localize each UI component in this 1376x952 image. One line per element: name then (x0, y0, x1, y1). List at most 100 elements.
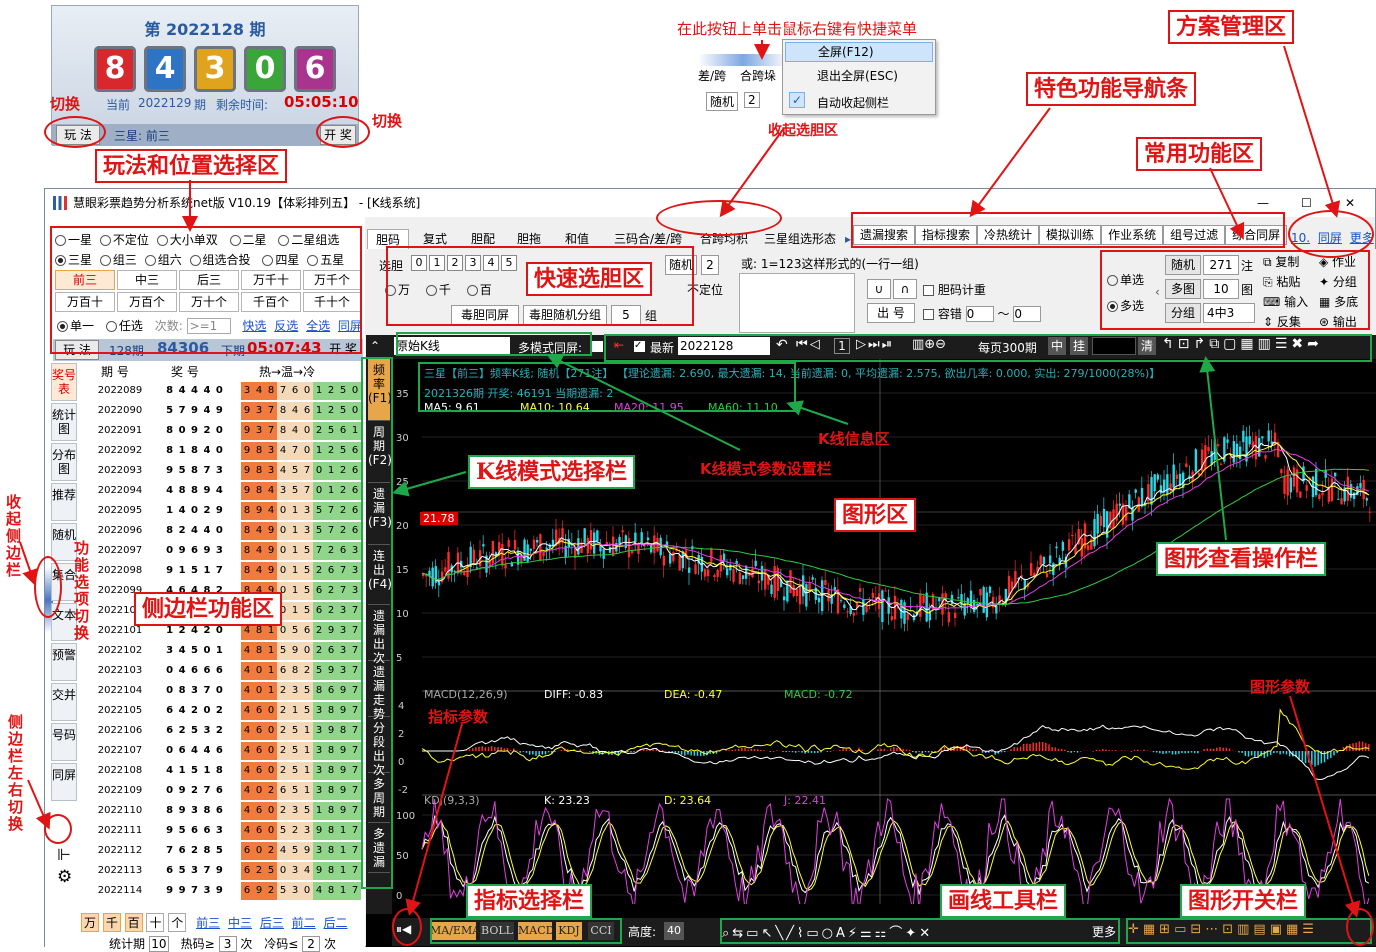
heat-cell: 4 (313, 882, 325, 900)
footer-link-front2[interactable]: 前二 (292, 916, 316, 930)
heat-cell: 6 (277, 662, 289, 680)
row-number: 1 4 0 2 9 (166, 505, 224, 516)
candle-body (1292, 467, 1296, 487)
candle-body (1315, 468, 1318, 496)
candle-body (966, 598, 970, 604)
tolerance-max[interactable]: 0 (1013, 306, 1042, 322)
side-tab[interactable]: 同屏 (51, 763, 77, 801)
heat-cell: 4 (241, 802, 253, 820)
heat-cell: 7 (349, 662, 361, 680)
candle-body (1283, 476, 1286, 494)
heat-cell: 3 (301, 522, 313, 540)
heat-cell: 5 (265, 862, 277, 880)
output-button[interactable]: 出 号 (867, 303, 915, 323)
heat-cell: 9 (337, 742, 349, 760)
candle-body (840, 600, 843, 602)
menu-exit-full[interactable]: 退出全屏(ESC) (817, 67, 898, 84)
hot-input[interactable]: 3 (218, 936, 237, 952)
dan-count-weight[interactable]: 胆码计重 (923, 281, 986, 298)
footer-sel-shi[interactable]: 十 (146, 913, 165, 932)
heat-cell: 9 (313, 822, 325, 840)
candle-body (1087, 545, 1090, 551)
heat-cell: 6 (253, 742, 265, 760)
footer-link-back2[interactable]: 后二 (324, 916, 348, 930)
menu-full-screen[interactable]: 全屏(F12) (785, 42, 933, 62)
footer-sel-ge[interactable]: 个 (168, 913, 187, 932)
row-issue: 2022090 (97, 405, 143, 416)
popup-random[interactable]: 随机 (706, 92, 739, 111)
heat-cell: 4 (265, 502, 277, 520)
heat-cell: 2 (325, 442, 337, 460)
cold-input[interactable]: 2 (302, 936, 321, 952)
candle-body (542, 552, 545, 557)
heat-cell: 2 (325, 602, 337, 620)
candle-body (1248, 436, 1251, 445)
tolerance-min[interactable]: 0 (965, 306, 994, 322)
heat-cell: 2 (277, 702, 289, 720)
y-tick-label: 30 (396, 433, 409, 444)
candle-body (1242, 430, 1245, 443)
heat-cell: 9 (253, 882, 265, 900)
footer-sel-bai[interactable]: 百 (124, 913, 143, 932)
dan-text-input[interactable] (739, 273, 855, 333)
candle-body (906, 613, 909, 621)
candle-body (716, 569, 719, 577)
footer-sel-wan[interactable]: 万 (81, 913, 99, 932)
footer-sel-qian[interactable]: 千 (102, 913, 121, 932)
candle-body (729, 564, 732, 571)
heat-cell: 3 (289, 802, 301, 820)
heat-cell: 0 (265, 702, 277, 720)
menu-auto-collapse[interactable]: 自动收起侧栏 (817, 94, 889, 111)
heat-cell: 6 (253, 822, 265, 840)
heat-cell: 1 (313, 802, 325, 820)
row-issue: 2022104 (97, 685, 143, 696)
candle-body (1030, 563, 1033, 576)
tab-zuxuan[interactable]: 三星组选形态 (757, 229, 843, 249)
side-tab[interactable]: 分布图 (51, 443, 77, 481)
side-tab[interactable]: 统计图 (51, 403, 77, 441)
candle-body (1254, 436, 1258, 460)
heat-cell: 3 (301, 822, 313, 840)
collapse-handle[interactable] (698, 54, 788, 66)
dan-random-n[interactable]: 2 (701, 255, 719, 275)
height-input[interactable]: 40 (664, 922, 684, 940)
table-row: 2022095 1 4 0 2 9 8940135726 (81, 501, 363, 521)
footer-link-mid3[interactable]: 中三 (228, 916, 252, 930)
side-tab[interactable]: 交并 (51, 683, 77, 721)
popup-hint: 在此按钮上单击鼠标右键有快捷菜单 (677, 20, 918, 38)
cold-label: 冷码≤ (264, 937, 299, 951)
heat-cell: 5 (289, 742, 301, 760)
side-tab[interactable]: 推荐 (51, 483, 77, 521)
footer-link-back3[interactable]: 后三 (260, 916, 284, 930)
heat-cell: 5 (277, 882, 289, 900)
switch-ellipse-left (44, 116, 106, 148)
swap-side-icon[interactable]: ⊩ (57, 845, 71, 864)
switch-ellipse-right (316, 116, 370, 148)
row-issue: 2022107 (97, 745, 143, 756)
multi-sync-checkbox[interactable] (592, 341, 603, 352)
intersect-button[interactable]: ∩ (893, 279, 917, 299)
frame-graph-param (1346, 908, 1374, 946)
heat-cell: 2 (325, 382, 337, 400)
candle-body (1045, 573, 1049, 578)
stat-input[interactable]: 10 (148, 936, 169, 952)
union-button[interactable]: ∪ (867, 279, 891, 299)
side-tab[interactable]: 奖号表 (51, 363, 77, 401)
heat-cell: 0 (301, 642, 313, 660)
heat-cell: 4 (277, 842, 289, 860)
table-row: 2022114 9 9 7 3 9 6925304817 (81, 881, 363, 901)
frame-view-ops (604, 334, 1372, 362)
collapse-up-icon[interactable]: ⌃ (370, 339, 380, 353)
callout-feature-nav: 特色功能导航条 (1026, 72, 1197, 106)
price-tag: 21.78 (420, 512, 458, 525)
gear-icon[interactable]: ⚙ (57, 867, 72, 887)
heat-cell: 8 (289, 662, 301, 680)
side-tab[interactable]: 预警 (51, 643, 77, 681)
footer-link-front3[interactable]: 前三 (196, 916, 220, 930)
side-tab[interactable]: 号码 (51, 723, 77, 761)
candle-body (662, 555, 666, 566)
candle-body (681, 551, 685, 569)
heat-cell: 7 (349, 622, 361, 640)
heat-cell: 0 (301, 882, 313, 900)
heat-cell: 3 (253, 422, 265, 440)
